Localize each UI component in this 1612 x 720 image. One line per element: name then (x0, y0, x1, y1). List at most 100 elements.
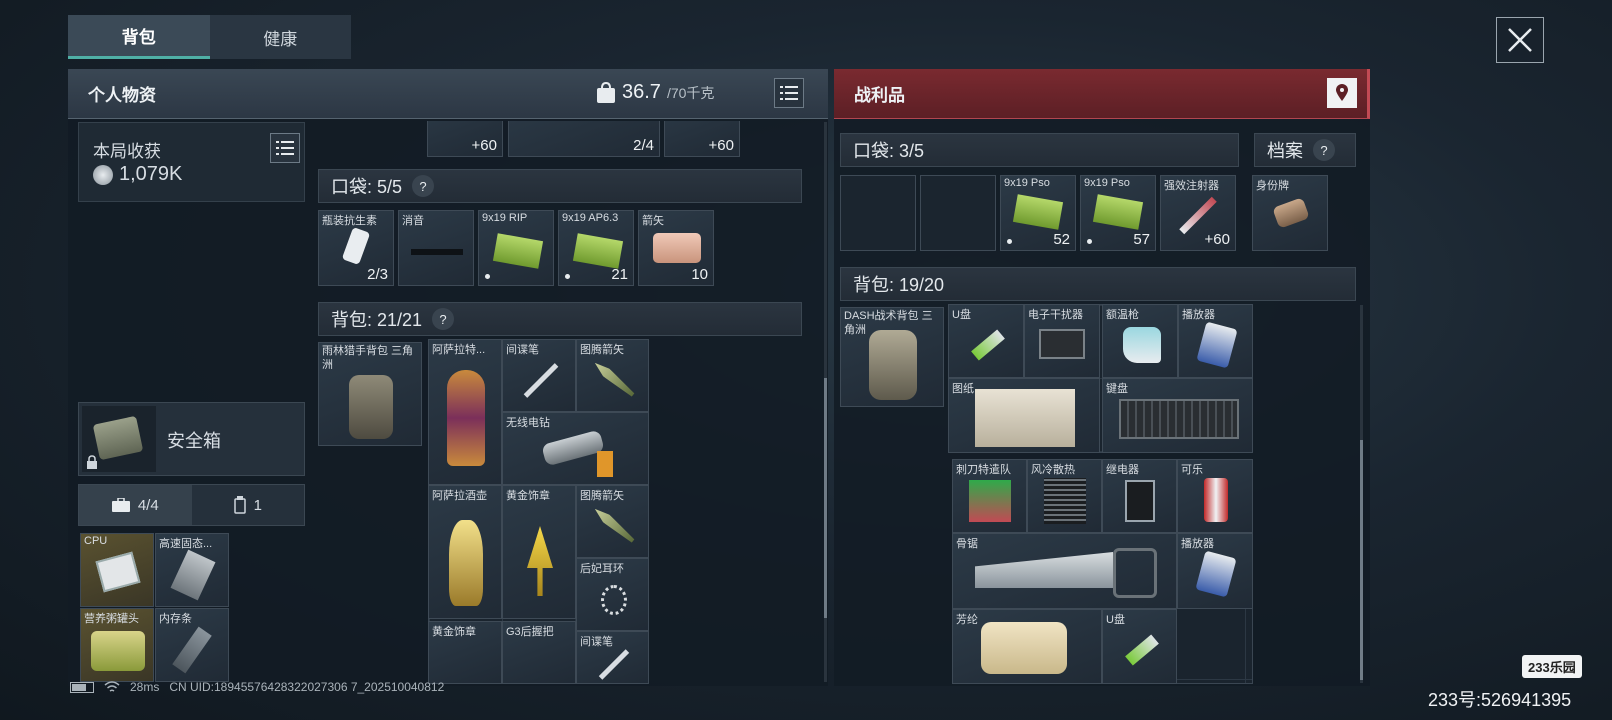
loot-item-keyboard[interactable]: 键盘 (1102, 378, 1253, 453)
item-count: +60 (708, 137, 734, 154)
loot-item-relay[interactable]: 继电器 (1102, 459, 1177, 533)
relay-icon (1125, 480, 1155, 522)
item-name: 后妃耳环 (580, 563, 624, 575)
loot-pocket-empty-2[interactable] (920, 175, 996, 251)
loot-item-blueprint[interactable]: 图纸 (948, 378, 1100, 453)
location-button[interactable] (1327, 78, 1357, 108)
loot-item-ammo-pso-2[interactable]: 9x19 Pso 57 (1080, 175, 1156, 251)
item-name: 图纸 (952, 383, 974, 395)
item-name: 可乐 (1181, 464, 1203, 476)
loot-item-cola[interactable]: 可乐 (1177, 459, 1253, 533)
bottle-icon (341, 226, 371, 266)
list-icon (276, 141, 294, 155)
personal-scroll-area[interactable]: +60 2/4 +60 口袋: 5/5 ? 瓶装抗生素 2/3 消音 9x19 … (312, 121, 822, 684)
cooler-icon (1044, 478, 1086, 524)
bp-item-wine-jug[interactable]: 阿萨拉酒壶 (428, 485, 502, 619)
personal-title: 个人物资 (88, 86, 156, 105)
archive-help-button[interactable]: ? (1313, 139, 1335, 161)
item-count: 2/3 (367, 266, 388, 283)
stash-item-cpu[interactable]: CPU (80, 533, 154, 607)
pocket-item-ammo-ap[interactable]: 9x19 AP6.3 21 (558, 210, 634, 286)
pocket-label: 口袋: 5/5 (331, 177, 403, 197)
loot-scroll-thumb[interactable] (1360, 440, 1363, 680)
loot-item-usb-1[interactable]: U盘 (948, 304, 1024, 378)
loot-bag-slot[interactable]: DASH战术背包 三角洲 (840, 307, 944, 407)
loot-item-ammo-pso-1[interactable]: 9x19 Pso 52 (1000, 175, 1076, 251)
bp-item-g3-grip[interactable]: G3后握把 (502, 621, 576, 684)
personal-scroll-thumb[interactable] (824, 378, 827, 618)
archive-item-dogtag[interactable]: 身份牌 (1252, 175, 1328, 251)
loot-item-thermometer[interactable]: 额温枪 (1102, 304, 1178, 378)
bp-item-totem-arrow-1[interactable]: 图腾箭矢 (576, 339, 649, 412)
item-name: 黄金饰章 (432, 626, 476, 638)
tab-backpack[interactable]: 背包 (68, 15, 210, 59)
ammo-dot (1087, 239, 1092, 244)
weight-icon (597, 81, 615, 103)
loot-pocket-empty-1[interactable] (840, 175, 916, 251)
loot-item-jammer[interactable]: 电子干扰器 (1024, 304, 1100, 378)
sort-button[interactable] (774, 78, 804, 108)
safe-box-label: 安全箱 (167, 431, 221, 451)
top-item-1[interactable]: +60 (427, 121, 503, 157)
loot-item-injector[interactable]: 强效注射器 +60 (1160, 175, 1236, 251)
item-name: 身份牌 (1256, 180, 1289, 192)
loot-item-bayonet-team[interactable]: 刺刀特遣队 (952, 459, 1027, 533)
uid-text: CN UID:18945576428322027306 7_2025100408… (169, 680, 445, 694)
loot-item-player-1[interactable]: 播放器 (1178, 304, 1253, 378)
tab-bar: 背包 健康 (68, 15, 351, 59)
safe-box-slot (82, 406, 156, 472)
loot-item-usb-2[interactable]: U盘 (1102, 609, 1177, 684)
stash-item-ssd[interactable]: 高速固态... (155, 533, 229, 607)
personal-header: 个人物资 36.7 /70千克 (68, 69, 828, 119)
item-name: 间谍笔 (506, 344, 539, 356)
loot-backpack-label: 背包: 19/20 (853, 275, 945, 295)
case-count: 4/4 (137, 496, 159, 514)
top-item-3[interactable]: +60 (664, 121, 740, 157)
bp-item-gold-badge-1[interactable]: 黄金饰章 (502, 485, 576, 619)
lantern-icon (447, 370, 485, 466)
weight-value: 36.7 (622, 81, 661, 103)
bp-item-totem-arrow-2[interactable]: 图腾箭矢 (576, 485, 649, 558)
item-name: 黄金饰章 (506, 490, 550, 502)
bp-item-earrings[interactable]: 后妃耳环 (576, 558, 649, 631)
stash-item-porridge[interactable]: 营养粥罐头 (80, 608, 154, 682)
keyboard-icon (1119, 399, 1239, 439)
bp-item-lantern[interactable]: 阿萨拉特... (428, 339, 502, 485)
loot-item-player-2[interactable]: 播放器 (1177, 533, 1253, 609)
top-item-2[interactable]: 2/4 (508, 121, 660, 157)
ammo-box-icon (572, 233, 624, 269)
backpack-label: 背包: 21/21 (331, 310, 423, 330)
pocket-item-arrows[interactable]: 箭矢 10 (638, 210, 714, 286)
weight-max: /70千克 (666, 84, 715, 101)
safe-box-row[interactable]: 安全箱 (78, 402, 305, 476)
bp-item-spy-pen-2[interactable]: 间谍笔 (576, 631, 649, 684)
watermark-logo: 233乐园 (1522, 655, 1582, 678)
loot-item-air-cooler[interactable]: 风冷散热 (1027, 459, 1102, 533)
bp-item-spy-pen[interactable]: 间谍笔 (502, 339, 576, 412)
coin-icon (93, 164, 113, 185)
pocket-item-ammo-rip[interactable]: 9x19 RIP (478, 210, 554, 286)
list-icon (780, 86, 798, 100)
harvest-list-button[interactable] (270, 133, 300, 163)
item-count: 57 (1133, 231, 1150, 248)
close-button[interactable] (1496, 17, 1544, 63)
pocket-help-button[interactable]: ? (412, 175, 435, 197)
pen-icon (523, 363, 559, 398)
bp-item-drill[interactable]: 无线电钻 (502, 412, 649, 485)
stash-item-ram[interactable]: 内存条 (155, 608, 229, 682)
case-counter[interactable]: 4/4 (79, 485, 192, 525)
bp-item-gold-badge-2[interactable]: 黄金饰章 (428, 621, 502, 684)
pocket-item-antibiotic[interactable]: 瓶装抗生素 2/3 (318, 210, 394, 286)
pocket-item-silencer[interactable]: 消音 (398, 210, 474, 286)
loot-item-aramid[interactable]: 芳纶 (952, 609, 1102, 684)
item-name: CPU (84, 535, 108, 547)
ping-value: 28ms (130, 680, 160, 694)
loot-item-bone-saw[interactable]: 骨锯 (952, 533, 1177, 609)
backpack-bag-slot[interactable]: 雨林猎手背包 三角洲 (318, 342, 422, 446)
item-count: 10 (691, 266, 708, 283)
saw-handle-icon (1113, 548, 1157, 598)
item-name: 内存条 (159, 613, 192, 625)
ammo-counter[interactable]: 1 (192, 485, 305, 525)
backpack-help-button[interactable]: ? (432, 308, 455, 330)
tab-health[interactable]: 健康 (210, 15, 352, 59)
